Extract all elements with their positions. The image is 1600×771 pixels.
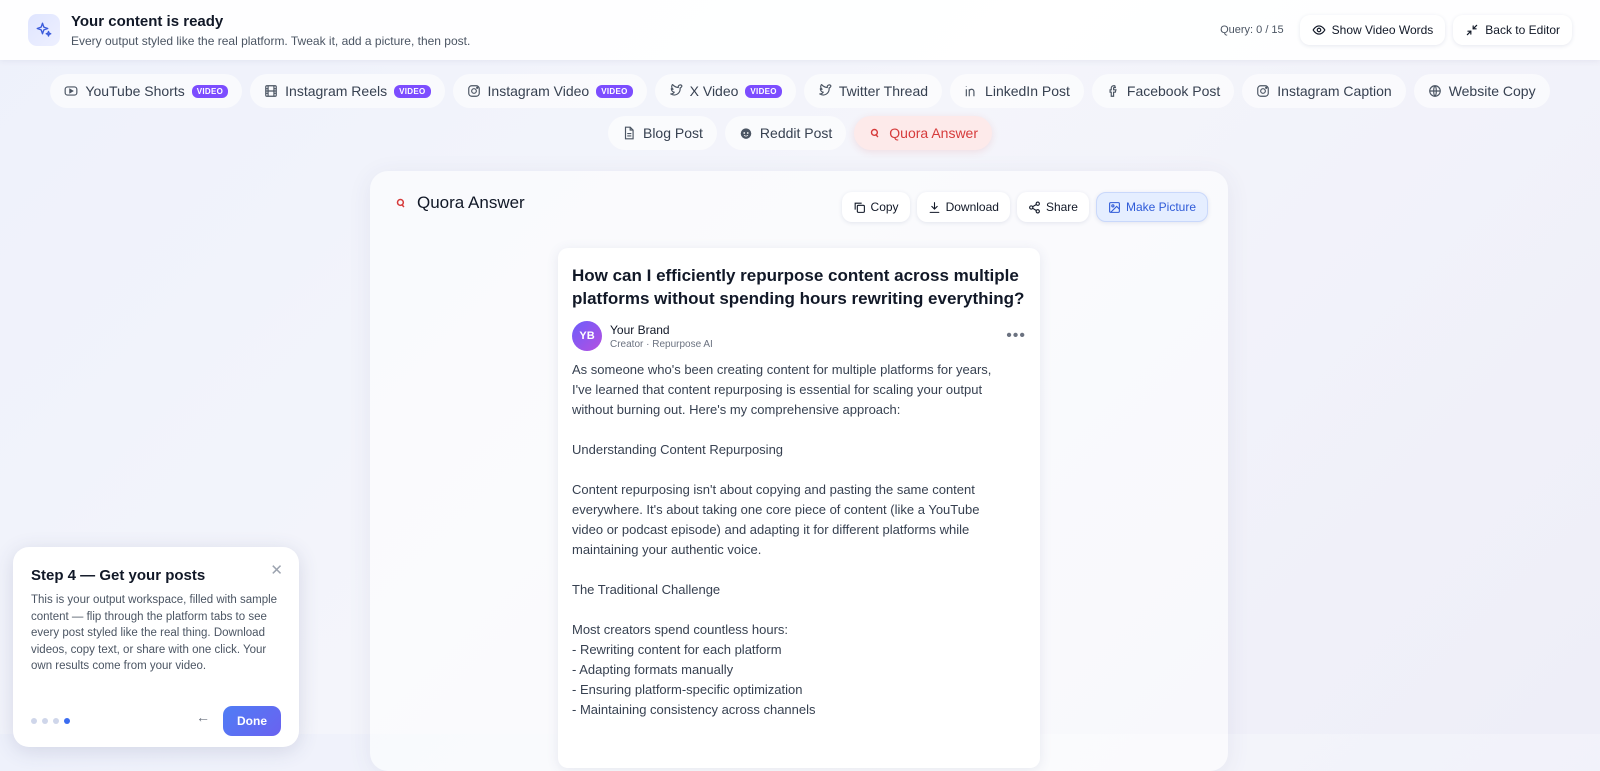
download-button[interactable]: Download xyxy=(916,192,1010,222)
query-counter: Query: 0 / 15 xyxy=(1220,24,1284,36)
platform-tabs-row-1: YouTube Shorts VIDEO Instagram Reels VID… xyxy=(0,74,1600,108)
step-dot xyxy=(31,718,37,724)
sparkle-icon xyxy=(28,14,60,46)
answer-line: The Traditional Challenge xyxy=(572,582,721,597)
tour-title: Step 4 — Get your posts xyxy=(31,567,206,584)
tab-linkedin-post[interactable]: LinkedIn Post xyxy=(950,74,1084,108)
page-title: Your content is ready xyxy=(71,12,224,30)
answer-line: Content repurposing isn't about copying … xyxy=(572,482,975,497)
image-icon xyxy=(1109,201,1120,213)
quora-icon xyxy=(396,198,405,208)
step-dot xyxy=(42,718,48,724)
answer-line: maintaining your authentic voice. xyxy=(572,542,762,557)
onboarding-popup: ✕ Step 4 — Get your posts This is your o… xyxy=(13,547,299,747)
answer-line xyxy=(572,600,1026,620)
step-dots xyxy=(31,718,70,724)
answer-line: - Adapting formats manually xyxy=(572,662,734,677)
panel-title: Quora Answer xyxy=(417,193,525,212)
minimize-icon xyxy=(1467,24,1478,36)
author-meta: Creator · Repurpose AI xyxy=(610,338,713,350)
answer-line: Understanding Content Repurposing xyxy=(572,442,784,457)
document-icon xyxy=(624,126,634,140)
film-icon xyxy=(265,85,278,97)
tab-instagram-caption[interactable]: Instagram Caption xyxy=(1242,74,1406,108)
answer-line: without burning out. Here's my comprehen… xyxy=(572,402,901,417)
answer-body: As someone who's been creating content f… xyxy=(572,360,1026,720)
answer-line xyxy=(572,420,1026,440)
globe-icon xyxy=(1428,85,1441,97)
answer-line: - Ensuring platform-specific optimizatio… xyxy=(572,682,803,697)
share-button[interactable]: Share xyxy=(1016,192,1089,222)
author-row: YB Your Brand Creator · Repurpose AI ••• xyxy=(572,321,1026,351)
tab-blog-post[interactable]: Blog Post xyxy=(607,116,717,150)
answer-line xyxy=(572,460,1026,480)
answer-line: - Rewriting content for each platform xyxy=(572,642,782,657)
tab-website-copy[interactable]: Website Copy xyxy=(1413,74,1550,108)
reddit-icon xyxy=(740,128,752,139)
instagram-icon xyxy=(1257,85,1270,97)
tab-twitter-thread[interactable]: Twitter Thread xyxy=(803,74,943,108)
video-badge: VIDEO xyxy=(191,84,229,98)
answer-line: Most creators spend countless hours: xyxy=(572,622,789,637)
answer-line: As someone who's been creating content f… xyxy=(572,362,992,377)
more-options-icon[interactable]: ••• xyxy=(1006,327,1026,345)
tab-reddit-post[interactable]: Reddit Post xyxy=(724,116,847,150)
copy-button[interactable]: Copy xyxy=(841,192,910,222)
tab-x-video[interactable]: X Video VIDEO xyxy=(654,74,796,108)
arrow-left-icon[interactable]: ← xyxy=(196,709,210,725)
page-subtitle: Every output styled like the real platfo… xyxy=(71,33,471,48)
facebook-icon xyxy=(1109,85,1117,97)
twitter-icon xyxy=(669,84,683,96)
show-video-words-button[interactable]: Show Video Words xyxy=(1299,15,1446,45)
tab-facebook-post[interactable]: Facebook Post xyxy=(1091,74,1235,108)
platform-tabs-row-2: Blog Post Reddit Post Quora Answer xyxy=(0,116,1600,150)
quora-icon xyxy=(871,128,879,138)
answer-line: I've learned that content repurposing is… xyxy=(572,382,983,397)
make-picture-button[interactable]: Make Picture xyxy=(1095,192,1208,222)
step-dot xyxy=(53,718,59,724)
question-title: How can I efficiently repurpose content … xyxy=(572,266,1025,308)
top-bar: Your content is ready Every output style… xyxy=(0,0,1600,60)
youtube-icon xyxy=(64,86,78,96)
done-button[interactable]: Done xyxy=(223,706,281,736)
tab-instagram-reels[interactable]: Instagram Reels VIDEO xyxy=(250,74,445,108)
back-to-editor-button[interactable]: Back to Editor xyxy=(1453,15,1572,45)
answer-line: everywhere. It's about taking one core p… xyxy=(572,502,980,517)
linkedin-icon xyxy=(965,86,975,97)
instagram-icon xyxy=(467,85,480,97)
answer-line: video or podcast episode) and adapting i… xyxy=(572,522,970,537)
step-dot-current xyxy=(64,718,70,724)
eye-icon xyxy=(1312,25,1326,35)
share-icon xyxy=(1029,201,1040,213)
author-name: Your Brand xyxy=(610,322,670,337)
answer-line xyxy=(572,560,1026,580)
video-badge: VIDEO xyxy=(745,84,782,98)
tour-body: This is your output workspace, filled wi… xyxy=(31,594,278,672)
tab-quora-answer[interactable]: Quora Answer xyxy=(854,116,993,150)
copy-icon xyxy=(854,202,865,213)
tab-instagram-video[interactable]: Instagram Video VIDEO xyxy=(452,74,647,108)
answer-line: - Maintaining consistency across channel… xyxy=(572,702,816,717)
video-badge: VIDEO xyxy=(596,84,633,98)
tab-youtube-shorts[interactable]: YouTube Shorts VIDEO xyxy=(50,74,243,108)
close-icon[interactable]: ✕ xyxy=(270,561,283,579)
download-icon xyxy=(929,201,939,213)
video-badge: VIDEO xyxy=(394,84,431,98)
avatar: YB xyxy=(572,321,602,351)
quora-answer-card: How can I efficiently repurpose content … xyxy=(558,248,1040,768)
twitter-icon xyxy=(818,84,832,96)
